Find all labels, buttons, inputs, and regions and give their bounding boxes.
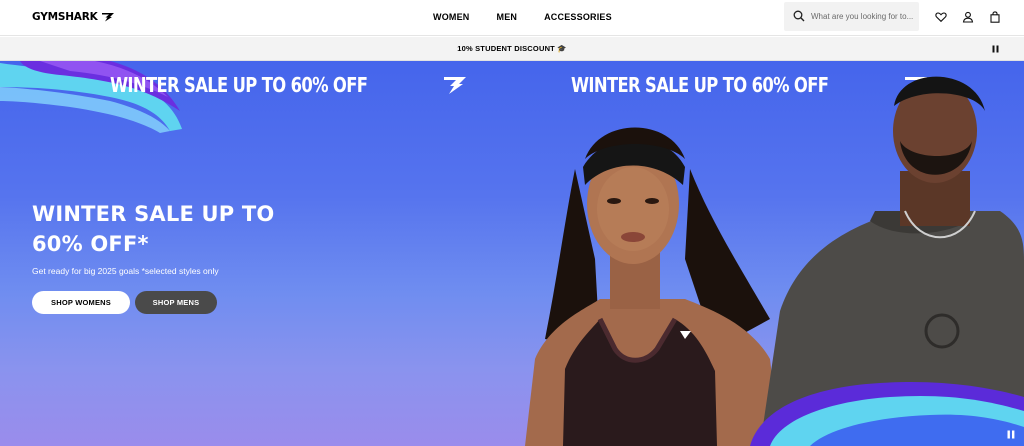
pause-icon[interactable] bbox=[992, 45, 999, 53]
nav-women[interactable]: WOMEN bbox=[433, 12, 470, 22]
promo-bar: 10% STUDENT DISCOUNT 🎓 bbox=[0, 37, 1024, 61]
hero-title-line2: 60% OFF* bbox=[32, 232, 149, 256]
promo-text[interactable]: 10% STUDENT DISCOUNT 🎓 bbox=[0, 44, 1024, 53]
marquee-text: WINTER SALE UP TO 60% OFF bbox=[110, 73, 368, 97]
shop-womens-button[interactable]: SHOP WOMENS bbox=[32, 291, 130, 314]
pause-icon[interactable] bbox=[1007, 430, 1015, 439]
shark-logo-icon bbox=[444, 77, 466, 94]
logo-text: GYMSHARK bbox=[32, 11, 98, 23]
search-input[interactable] bbox=[811, 9, 915, 24]
heart-icon[interactable] bbox=[935, 11, 947, 23]
main-nav: WOMEN MEN ACCESSORIES bbox=[433, 12, 612, 22]
swirl-graphic bbox=[0, 61, 182, 133]
swirl-graphic bbox=[750, 381, 1024, 446]
shop-mens-button[interactable]: SHOP MENS bbox=[135, 291, 217, 314]
nav-men[interactable]: MEN bbox=[497, 12, 518, 22]
account-icon[interactable] bbox=[962, 11, 974, 23]
bag-icon[interactable] bbox=[989, 11, 1001, 23]
site-header: GYMSHARK WOMEN MEN ACCESSORIES bbox=[0, 0, 1024, 36]
search-icon bbox=[793, 10, 805, 22]
hero-banner[interactable]: WINTER SALE UP TO 60% OFF WINTER SALE UP… bbox=[0, 61, 1024, 446]
hero-title: WINTER SALE UP TO 60% OFF* bbox=[32, 199, 332, 259]
search-box[interactable] bbox=[784, 2, 919, 31]
gymshark-logo[interactable]: GYMSHARK bbox=[32, 11, 115, 23]
hero-title-line1: WINTER SALE UP TO bbox=[32, 202, 275, 226]
shark-logo-icon bbox=[101, 13, 114, 22]
nav-accessories[interactable]: ACCESSORIES bbox=[544, 12, 612, 22]
hero-subtitle: Get ready for big 2025 goals *selected s… bbox=[32, 266, 219, 276]
